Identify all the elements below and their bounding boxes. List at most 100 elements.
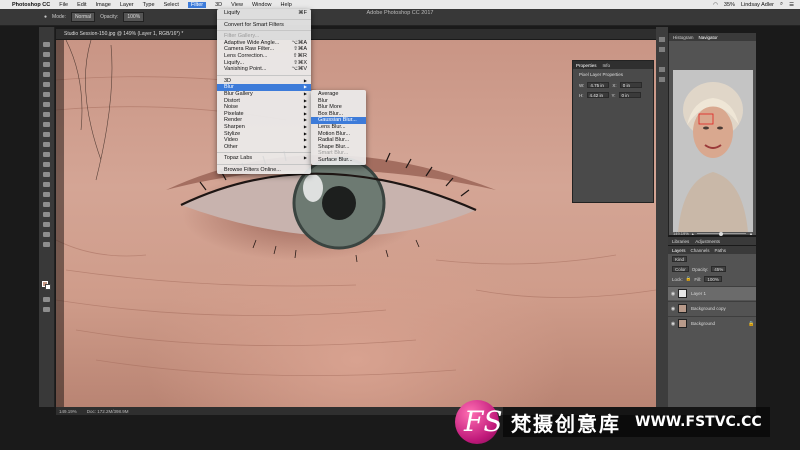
blur-item-lens-blur[interactable]: Lens Blur... (311, 124, 366, 131)
edit-toolbar-icon[interactable] (43, 242, 50, 247)
menu-help[interactable]: Help (281, 2, 292, 8)
filter-menu-item-camera-raw[interactable]: Camera Raw Filter... ⇧⌘A (217, 46, 311, 53)
mode-select[interactable]: Normal (70, 12, 96, 22)
filter-menu-item-noise[interactable]: Noise ▶ (217, 104, 311, 111)
marquee-tool-icon[interactable] (43, 52, 50, 57)
blur-item-blur[interactable]: Blur (311, 98, 366, 105)
filter-menu-item-convert-smart[interactable]: Convert for Smart Filters (217, 22, 311, 29)
filter-menu-item-lens-correction[interactable]: Lens Correction... ⇧⌘R (217, 53, 311, 60)
navigator-thumbnail[interactable] (673, 70, 753, 232)
list-icon[interactable]: ☰ (789, 2, 794, 8)
tab-navigator[interactable]: Navigator (699, 35, 718, 40)
filter-menu-item-distort[interactable]: Distort ▶ (217, 98, 311, 105)
filter-menu-item-render[interactable]: Render ▶ (217, 117, 311, 124)
visibility-eye-icon[interactable]: ◉ (668, 321, 678, 327)
filter-menu-item-stylize[interactable]: Stylize ▶ (217, 131, 311, 138)
zoom-in-icon[interactable]: ▲ (749, 231, 753, 236)
type-tool-icon[interactable] (43, 192, 50, 197)
blur-item-shape-blur[interactable]: Shape Blur... (311, 144, 366, 151)
tab-adjustments[interactable]: Adjustments (695, 239, 720, 244)
zoom-tool-icon[interactable] (43, 232, 50, 237)
move-tool-icon[interactable] (43, 42, 50, 47)
clone-stamp-tool-icon[interactable] (43, 122, 50, 127)
shape-tool-icon[interactable] (43, 212, 50, 217)
filter-menu-item-liquify-last[interactable]: Liquify ⌘F (217, 10, 311, 17)
user-name[interactable]: Lindsay Adler (741, 2, 774, 8)
y-field[interactable]: 0 in (618, 92, 641, 98)
blur-item-average[interactable]: Average (311, 91, 366, 98)
dodge-tool-icon[interactable] (43, 172, 50, 177)
hand-tool-icon[interactable] (43, 222, 50, 227)
filter-menu-item-other[interactable]: Other ▶ (217, 144, 311, 151)
eraser-tool-icon[interactable] (43, 142, 50, 147)
tab-paths[interactable]: Paths (715, 248, 727, 253)
tab-layers[interactable]: Layers (672, 248, 686, 253)
blur-item-motion-blur[interactable]: Motion Blur... (311, 131, 366, 138)
opacity-field[interactable]: 100% (123, 12, 145, 22)
blur-item-gaussian-blur[interactable]: Gaussian Blur... (311, 117, 366, 124)
menu-window[interactable]: Window (252, 2, 272, 8)
filter-menu-item-sharpen[interactable]: Sharpen ▶ (217, 124, 311, 131)
layer-filter-kind[interactable]: Kind (672, 256, 688, 262)
visibility-eye-icon[interactable]: ◉ (668, 306, 678, 312)
filter-menu-item-topaz[interactable]: Topaz Labs ▶ (217, 155, 311, 162)
path-select-tool-icon[interactable] (43, 202, 50, 207)
blur-item-radial-blur[interactable]: Radial Blur... (311, 137, 366, 144)
filter-menu-item-blur-gallery[interactable]: Blur Gallery ▶ (217, 91, 311, 98)
healing-tool-icon[interactable] (43, 102, 50, 107)
zoom-out-icon[interactable]: ▴ (692, 231, 694, 236)
fill-field[interactable]: 100% (704, 276, 722, 282)
document-tab[interactable]: Studio Session-150.jpg @ 149% (Layer 1, … (56, 29, 656, 39)
x-field[interactable]: 0 in (619, 82, 642, 88)
filter-menu-item-3d[interactable]: 3D ▶ (217, 78, 311, 85)
menu-app-name[interactable]: Photoshop CC (12, 2, 50, 8)
actions-icon[interactable] (659, 47, 665, 52)
menu-layer[interactable]: Layer (120, 2, 134, 8)
blur-item-blur-more[interactable]: Blur More (311, 104, 366, 111)
menu-image[interactable]: Image (96, 2, 111, 8)
filter-menu-item-browse-online[interactable]: Browse Filters Online... (217, 167, 311, 174)
layer-row[interactable]: ◉ Background 🔒 (668, 316, 756, 330)
info-icon[interactable] (659, 77, 665, 82)
battery-level[interactable]: 35% (724, 2, 735, 8)
layer-row[interactable]: ◉ Layer 1 (668, 286, 756, 300)
menu-type[interactable]: Type (143, 2, 155, 8)
menu-edit[interactable]: Edit (77, 2, 86, 8)
tab-properties[interactable]: Properties (576, 63, 597, 68)
blend-mode-select[interactable]: Color (672, 266, 689, 272)
lock-icon[interactable]: 🔒 (686, 276, 692, 282)
brush-preset-icon[interactable]: ● (44, 14, 47, 20)
wifi-icon[interactable]: ◠ (713, 2, 718, 8)
blur-item-surface-blur[interactable]: Surface Blur... (311, 157, 366, 164)
menu-3d[interactable]: 3D (215, 2, 222, 8)
tab-info[interactable]: Info (603, 63, 611, 68)
zoom-slider-knob[interactable] (718, 231, 723, 236)
layer-row[interactable]: ◉ Background copy (668, 301, 756, 315)
blur-item-box-blur[interactable]: Box Blur... (311, 111, 366, 118)
lasso-tool-icon[interactable] (43, 62, 50, 67)
quick-mask-icon[interactable] (43, 297, 50, 302)
height-field[interactable]: 4.42 in (586, 92, 609, 98)
menu-select[interactable]: Select (164, 2, 179, 8)
screen-mode-icon[interactable] (43, 307, 50, 312)
visibility-eye-icon[interactable]: ◉ (668, 291, 678, 297)
pen-tool-icon[interactable] (43, 182, 50, 187)
search-icon[interactable]: ⌕ (780, 1, 783, 8)
menu-filter[interactable]: Filter (187, 1, 207, 8)
filter-menu-item-vanishing-point[interactable]: Vanishing Point... ⌥⌘V (217, 66, 311, 73)
history-icon[interactable] (659, 37, 665, 42)
layer-opacity-field[interactable]: 45% (711, 266, 727, 272)
tab-histogram[interactable]: Histogram (673, 35, 694, 40)
quick-select-tool-icon[interactable] (43, 72, 50, 77)
blur-tool-icon[interactable] (43, 162, 50, 167)
tab-libraries[interactable]: Libraries (672, 239, 689, 244)
gradient-tool-icon[interactable] (43, 152, 50, 157)
brush-tool-icon[interactable] (43, 112, 50, 117)
crop-tool-icon[interactable] (43, 82, 50, 87)
tab-channels[interactable]: Channels (691, 248, 710, 253)
zoom-slider[interactable] (696, 231, 747, 236)
filter-menu-item-pixelate[interactable]: Pixelate ▶ (217, 111, 311, 118)
eyedropper-tool-icon[interactable] (43, 92, 50, 97)
properties-icon[interactable] (659, 67, 665, 72)
history-brush-tool-icon[interactable] (43, 132, 50, 137)
